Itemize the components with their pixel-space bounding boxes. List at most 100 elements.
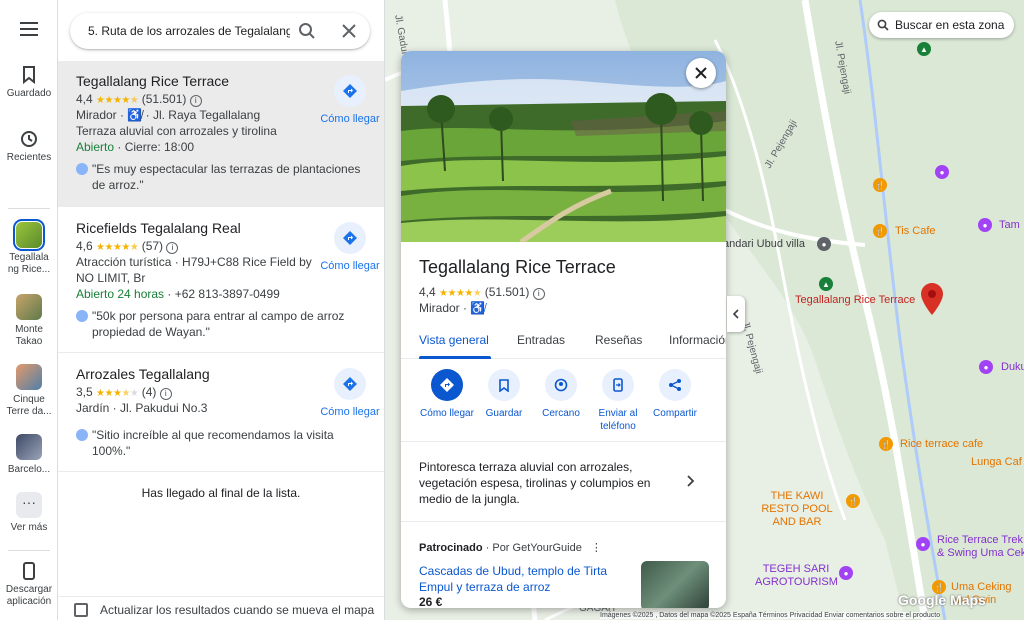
poi-label: Rice Terrace Trek & Swing Uma Cek — [937, 534, 1024, 559]
info-icon[interactable]: i — [166, 242, 179, 254]
hamburger-menu-icon — [20, 22, 38, 36]
recent-place-cinque-terre[interactable]: Cinque Terre da... — [0, 364, 58, 418]
star-rating-icon: ★★★★★ — [439, 288, 482, 299]
place-thumbnail — [16, 294, 42, 320]
directions-icon — [431, 369, 463, 401]
directions-button[interactable]: Cómo llegar — [320, 222, 380, 272]
action-label: Guardar — [485, 408, 523, 419]
result-title[interactable]: Ricefields Tegalalang Real — [76, 220, 241, 236]
save-button[interactable]: Guardar — [474, 369, 534, 420]
info-icon[interactable]: i — [159, 388, 172, 400]
place-category: Mirador · ♿̸ — [419, 301, 485, 315]
selected-place-pin-icon[interactable] — [921, 283, 943, 315]
directions-label: Cómo llegar — [320, 406, 380, 418]
poi-label: THE KAWI RESTO POOL AND BAR — [761, 490, 833, 528]
close-card-button[interactable] — [686, 58, 716, 88]
close-icon[interactable] — [342, 24, 356, 38]
directions-button[interactable]: Cómo llegar — [417, 369, 477, 420]
restaurant-pin-icon[interactable]: 🍴 — [879, 437, 893, 451]
hotel-pin-icon[interactable]: ● — [979, 360, 993, 374]
ad-title-link[interactable]: Cascadas de Ubud, templo de Tirta Empul … — [419, 563, 629, 595]
hotel-pin-icon[interactable]: ● — [935, 165, 949, 179]
place-details-card: Tegallalang Rice Terrace 4,4 ★★★★★ (51.5… — [401, 51, 726, 608]
result-title[interactable]: Arrozales Tegallalang — [76, 366, 210, 382]
recent-place-takao[interactable]: Monte Takao — [0, 294, 58, 348]
restaurant-pin-icon[interactable]: 🍴 — [846, 494, 860, 508]
rating-value: 4,4 — [76, 92, 93, 106]
more-options-icon[interactable]: ⋮ — [591, 542, 602, 554]
send-to-phone-button[interactable]: Enviar al teléfono — [588, 369, 648, 433]
rating-value: 4,6 — [76, 239, 93, 253]
saved-button[interactable]: Guardado — [0, 66, 58, 100]
park-pin-icon[interactable]: ▲ — [819, 277, 833, 291]
left-rail: Guardado Recientes Tegallala ng Rice... … — [0, 0, 58, 620]
review-count[interactable]: (51.501) — [485, 285, 530, 299]
hotel-pin-icon[interactable]: ● — [978, 218, 992, 232]
restaurant-pin-icon[interactable]: 🍴 — [873, 178, 887, 192]
search-input[interactable] — [88, 13, 290, 49]
update-results-checkbox[interactable] — [74, 603, 88, 617]
close-icon — [695, 67, 707, 79]
poi-label: TEGEH SARI AGROTOURISM — [755, 563, 838, 588]
share-icon — [659, 369, 691, 401]
result-item[interactable]: Arrozales Tegallalang 3,5 ★★★★★ (4) i Ja… — [58, 354, 384, 472]
recent-place-barcelona[interactable]: Barcelo... — [0, 434, 58, 476]
result-category: Mirador · ♿̸ · Jl. Raya Tegallalang — [76, 108, 261, 122]
divider — [401, 441, 726, 442]
star-rating-icon: ★★★★★ — [96, 242, 139, 253]
review-snippet: "50k por persona para entrar al campo de… — [76, 308, 366, 340]
update-results-label: Actualizar los resultados cuando se muev… — [100, 603, 375, 617]
result-item[interactable]: Ricefields Tegalalang Real 4,6 ★★★★★ (57… — [58, 208, 384, 353]
star-rating-icon: ★★★★★ — [96, 95, 139, 106]
place-thumbnail — [13, 219, 45, 251]
hotel-pin-icon[interactable]: ● — [839, 566, 853, 580]
chevron-left-icon — [733, 309, 739, 319]
search-icon[interactable] — [298, 22, 316, 40]
collapse-panel-button[interactable] — [727, 296, 745, 332]
chevron-right-icon[interactable] — [687, 475, 695, 487]
avatar — [76, 429, 88, 441]
nearby-button[interactable]: Cercano — [531, 369, 591, 420]
directions-icon — [334, 75, 366, 107]
recent-place-label: Cinque Terre da... — [6, 394, 52, 417]
bookmark-icon — [23, 66, 35, 84]
park-pin-icon[interactable]: ▲ — [917, 42, 931, 56]
directions-button[interactable]: Cómo llegar — [320, 75, 380, 125]
place-rating: 4,4 ★★★★★ (51.501) i — [419, 285, 545, 300]
place-description[interactable]: Pintoresca terraza aluvial con arrozales… — [419, 459, 669, 507]
sponsored-label: Patrocinado — [419, 542, 483, 554]
share-button[interactable]: Compartir — [645, 369, 705, 420]
search-this-area-button[interactable]: Buscar en esta zona — [869, 12, 1015, 38]
result-title[interactable]: Tegallalang Rice Terrace — [76, 73, 229, 89]
directions-button[interactable]: Cómo llegar — [320, 368, 380, 418]
tab-overview[interactable]: Vista general — [419, 333, 489, 347]
info-icon[interactable]: i — [532, 288, 545, 300]
result-item[interactable]: Tegallalang Rice Terrace 4,4 ★★★★★ (51.5… — [58, 61, 384, 207]
ad-price: 26 € — [419, 595, 443, 608]
recent-place-tegallalang[interactable]: Tegallala ng Rice... — [0, 219, 58, 276]
result-category: Atracción turística · H79J+C88 Rice Fiel… — [76, 255, 312, 269]
tab-reviews[interactable]: Reseñas — [595, 333, 642, 347]
more-button[interactable]: ··· Ver más — [0, 492, 58, 534]
review-count: (57) — [141, 239, 164, 253]
lodging-pin-icon[interactable]: ● — [817, 237, 831, 251]
rail-divider — [8, 550, 50, 551]
info-icon[interactable]: i — [189, 95, 202, 107]
recent-button[interactable]: Recientes — [0, 130, 58, 164]
google-maps-logo: Google Maps — [898, 592, 986, 608]
place-photo[interactable] — [401, 51, 726, 242]
results-panel: Tegallalang Rice Terrace 4,4 ★★★★★ (51.5… — [58, 0, 385, 620]
download-app-button[interactable]: Descargar aplicación — [0, 562, 58, 608]
tab-info[interactable]: Información — [669, 333, 726, 347]
restaurant-pin-icon[interactable]: 🍴 — [873, 224, 887, 238]
action-label: Compartir — [653, 408, 697, 419]
result-hours: Abierto 24 horas · +62 813-3897-0499 — [76, 287, 280, 301]
hotel-pin-icon[interactable]: ● — [916, 537, 930, 551]
more-icon: ··· — [16, 492, 42, 518]
recent-place-label: Barcelo... — [7, 464, 51, 475]
tab-tickets[interactable]: Entradas — [517, 333, 565, 347]
poi-label: andari Ubud villa — [723, 238, 805, 250]
saved-label: Guardado — [6, 88, 52, 99]
ad-thumbnail[interactable] — [641, 561, 709, 608]
menu-button[interactable] — [0, 22, 58, 40]
